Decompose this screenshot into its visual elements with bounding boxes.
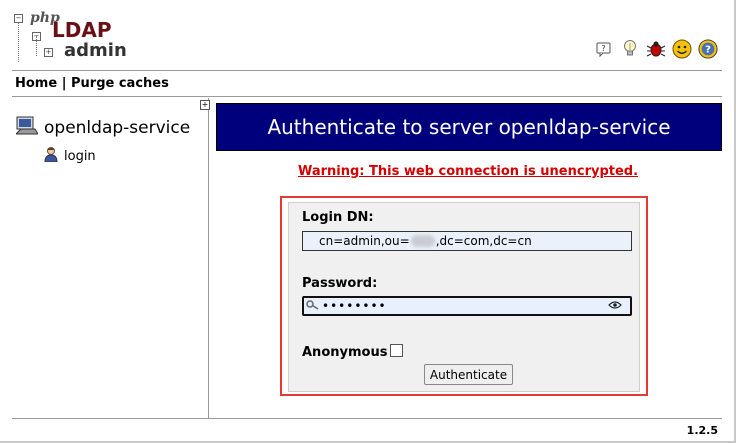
password-label: Password:: [302, 276, 378, 291]
password-input[interactable]: ••••••••: [302, 296, 632, 316]
header-icons: ? ?: [594, 37, 718, 61]
key-icon: [306, 299, 322, 314]
phpldapadmin-logo: − − + php LDAP admin: [14, 10, 127, 62]
smiley-icon[interactable]: [672, 39, 692, 59]
home-link[interactable]: Home: [15, 76, 57, 91]
top-nav: Home | Purge caches: [15, 76, 169, 91]
lightbulb-icon[interactable]: [620, 39, 640, 59]
version-label: 1.2.5: [686, 424, 718, 437]
svg-text:?: ?: [601, 44, 605, 53]
question-icon[interactable]: ?: [698, 39, 718, 59]
user-icon: [44, 146, 58, 166]
anonymous-checkbox[interactable]: [390, 344, 403, 357]
server-name: openldap-service: [44, 118, 191, 138]
login-link[interactable]: login: [64, 149, 96, 164]
header-divider: [12, 70, 722, 71]
bug-icon[interactable]: [646, 39, 666, 59]
login-dn-prefix: cn=admin,ou=: [319, 234, 410, 248]
svg-text:?: ?: [705, 45, 711, 56]
authenticate-button[interactable]: Authenticate: [424, 364, 513, 385]
page-title: Authenticate to server openldap-service: [216, 103, 722, 151]
redacted-text: [410, 235, 435, 247]
logo-admin-text: admin: [64, 40, 127, 61]
tree-login-item[interactable]: login: [44, 146, 96, 166]
server-icon: [14, 116, 39, 140]
login-dn-suffix: ,dc=com,dc=cn: [435, 234, 532, 248]
footer-divider: [12, 418, 722, 419]
password-value: ••••••••: [322, 299, 387, 313]
login-dn-input[interactable]: cn=admin,ou= ,dc=com,dc=cn: [302, 231, 632, 251]
tree-expand-button[interactable]: +: [200, 100, 210, 110]
purge-caches-link[interactable]: Purge caches: [71, 76, 169, 91]
warning-message: Warning: This web connection is unencryp…: [297, 164, 639, 179]
anonymous-label: Anonymous: [302, 345, 388, 360]
app-window: − − + php LDAP admin ? ? Home | Purge ca…: [0, 0, 736, 443]
nav-divider: [12, 96, 722, 97]
eye-icon[interactable]: [608, 299, 626, 313]
login-dn-label: Login DN:: [302, 210, 374, 225]
logo-ldap-text: LDAP: [52, 18, 112, 42]
help-icon[interactable]: ?: [594, 39, 614, 59]
server-tree: + openldap-service login: [12, 98, 210, 418]
tree-server-item[interactable]: openldap-service: [14, 116, 191, 140]
nav-separator: |: [61, 76, 67, 91]
